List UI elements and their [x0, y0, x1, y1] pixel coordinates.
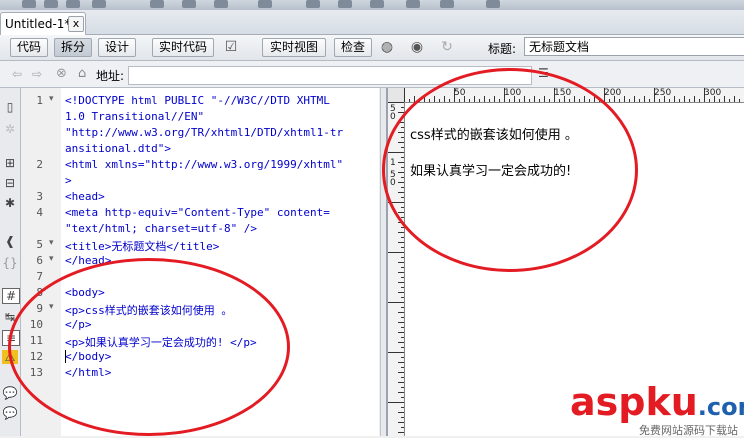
ruler-corner	[388, 88, 405, 103]
fold-marker-icon[interactable]: ▾	[49, 94, 57, 104]
code-line: >	[65, 174, 72, 187]
close-tab-icon[interactable]: x	[68, 16, 84, 32]
ruler-label: 0	[390, 112, 396, 122]
code-line: "text/html; charset=utf-8" />	[65, 222, 258, 235]
live-code-button[interactable]: 实时代码	[152, 38, 214, 57]
check-page-icon[interactable]: ☑	[222, 39, 240, 55]
toolbar-icon[interactable]	[22, 0, 36, 8]
design-view-button[interactable]: 设计	[98, 38, 136, 57]
home-icon[interactable]: ⌂	[78, 66, 86, 81]
open-documents-icon[interactable]: ▯	[2, 100, 18, 114]
fold-marker-icon[interactable]: ▾	[49, 238, 57, 248]
toolbar-icon[interactable]	[338, 0, 352, 8]
code-line: 1.0 Transitional//EN"	[65, 110, 205, 123]
document-tab-bar: Untitled-1* x	[0, 10, 744, 35]
address-bar: ⇦ ⇨ ⊗ ⌂ 地址: ☰	[0, 61, 744, 88]
live-view-button[interactable]: 实时视图	[262, 38, 326, 57]
stop-icon[interactable]: ⊗	[56, 66, 67, 81]
globe-icon[interactable]: ◍	[378, 39, 396, 55]
toolbar-icon[interactable]	[182, 0, 196, 8]
annotation-oval	[8, 258, 290, 436]
toolbar-icon[interactable]	[150, 0, 164, 8]
address-label: 地址:	[96, 69, 125, 83]
title-input[interactable]: 无标题文档	[524, 37, 744, 56]
visual-aids-icon[interactable]: ◉	[408, 39, 426, 55]
line-number: 5	[36, 238, 43, 251]
toolbar-icon[interactable]	[214, 0, 228, 8]
collapse-tag-icon[interactable]: ⊞	[2, 156, 18, 170]
expand-all-icon[interactable]: ✱	[2, 196, 18, 210]
toolbar-icon[interactable]	[92, 0, 106, 8]
toolbar-icon[interactable]	[440, 0, 454, 8]
document-toolbar: 代码 拆分 设计 实时代码 ☑ 实时视图 检查 ◍ ◉ ↻ 标题: 无标题文档	[0, 35, 744, 61]
toolbar-icon[interactable]	[370, 0, 384, 8]
forward-arrow-icon[interactable]: ⇨	[32, 67, 42, 81]
toolbar-icon[interactable]	[406, 0, 420, 8]
line-number: 1	[36, 94, 43, 107]
ruler-label: 250	[654, 88, 672, 98]
annotation-oval	[382, 68, 638, 272]
code-line: <html xmlns="http://www.w3.org/1999/xhtm…	[65, 158, 344, 171]
balance-braces-icon[interactable]: {}	[2, 256, 18, 270]
fold-marker-icon[interactable]: ▾	[49, 254, 57, 264]
toolbar-icon[interactable]	[306, 0, 320, 8]
refresh-icon[interactable]: ↻	[438, 39, 456, 55]
gear-icon[interactable]: ✲	[2, 122, 18, 136]
document-tab[interactable]: Untitled-1* x	[0, 12, 86, 35]
code-line: <title>无标题文档</title>	[65, 240, 220, 253]
back-arrow-icon[interactable]: ⇦	[12, 67, 22, 81]
code-line: "http://www.w3.org/TR/xhtml1/DTD/xhtml1-…	[65, 126, 344, 139]
toolbar-icon[interactable]	[258, 0, 272, 8]
line-number: 6	[36, 254, 43, 267]
line-number: 2	[36, 158, 43, 171]
code-line: <head>	[65, 190, 105, 203]
toolbar-icon[interactable]	[44, 0, 58, 8]
watermark-logo: aspku.com 免费网站源码下载站	[570, 380, 744, 437]
code-line: ansitional.dtd">	[65, 142, 171, 155]
ruler-label: 200	[604, 88, 622, 98]
ruler-label: 300	[704, 88, 722, 98]
line-numbers-icon[interactable]: #	[2, 288, 20, 304]
inspect-button[interactable]: 检查	[334, 38, 372, 57]
code-line: <!DOCTYPE html PUBLIC "-//W3C//DTD XHTML	[65, 94, 330, 107]
line-number: 7	[36, 270, 43, 283]
coding-toolbar: ▯ ✲ ⊞ ⊟ ✱ ❰ {} # ↹ ≡ ⚠ 💬 💬	[0, 88, 21, 436]
line-number: 4	[36, 206, 43, 219]
toolbar-icon[interactable]	[486, 0, 500, 8]
split-view-button[interactable]: 拆分	[54, 38, 92, 57]
remove-comment-icon[interactable]: 💬	[2, 406, 18, 420]
apply-comment-icon[interactable]: 💬	[2, 386, 18, 400]
line-number: 3	[36, 190, 43, 203]
watermark-blue: .com	[697, 393, 744, 421]
title-label: 标题:	[488, 42, 517, 56]
watermark-red: aspku	[570, 380, 698, 424]
code-view-button[interactable]: 代码	[10, 38, 48, 57]
code-line: <meta http-equiv="Content-Type" content=	[65, 206, 330, 219]
select-parent-tag-icon[interactable]: ❰	[2, 234, 18, 248]
toolbar-icon[interactable]	[66, 0, 80, 8]
document-tab-label: Untitled-1*	[5, 17, 71, 31]
collapse-selection-icon[interactable]: ⊟	[2, 176, 18, 190]
